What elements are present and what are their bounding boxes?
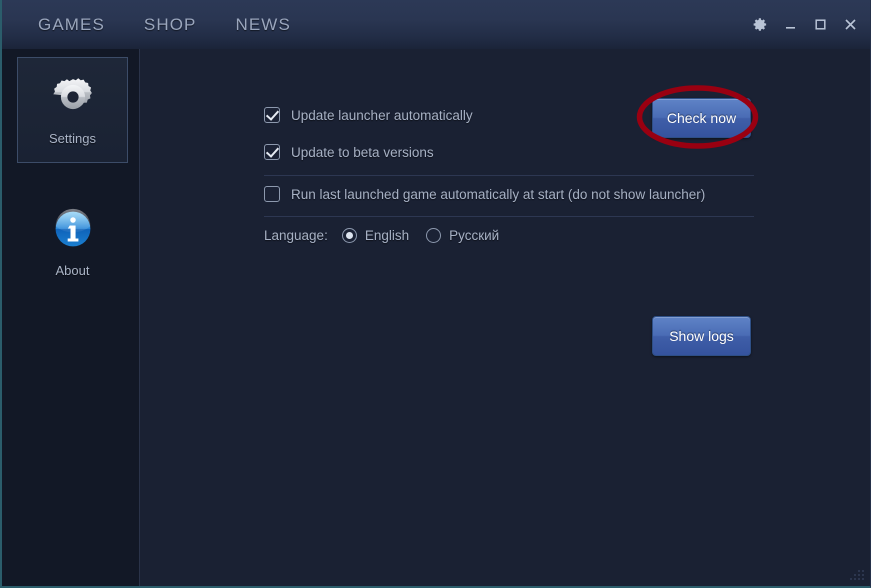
radio-russian[interactable] <box>426 228 442 243</box>
maximize-icon[interactable] <box>812 16 828 32</box>
nav-tab-games[interactable]: GAMES <box>38 15 105 35</box>
sidebar-item-settings-label: Settings <box>49 130 96 146</box>
language-row: Language: English Русский <box>264 228 516 243</box>
sidebar: Settings About <box>2 49 140 586</box>
window-controls <box>752 16 858 32</box>
checkbox-update-launcher-label[interactable]: Update launcher automatically <box>291 108 473 123</box>
radio-english-label[interactable]: English <box>365 228 409 243</box>
option-update-beta[interactable]: Update to beta versions <box>264 144 434 160</box>
radio-russian-label[interactable]: Русский <box>449 228 499 243</box>
gear-icon <box>51 75 95 119</box>
launcher-window: GAMES SHOP NEWS Settings About Update la… <box>0 0 871 588</box>
sidebar-item-settings[interactable]: Settings <box>17 57 128 163</box>
option-run-last-game[interactable]: Run last launched game automatically at … <box>264 186 705 202</box>
checkbox-update-beta-label[interactable]: Update to beta versions <box>291 145 434 160</box>
checkbox-run-last-game-label[interactable]: Run last launched game automatically at … <box>291 187 705 202</box>
radio-english[interactable] <box>341 228 357 243</box>
minimize-icon[interactable] <box>782 16 798 32</box>
main-navigation: GAMES SHOP NEWS <box>38 0 291 49</box>
checkbox-update-launcher[interactable] <box>264 107 280 123</box>
close-icon[interactable] <box>842 16 858 32</box>
sidebar-item-about-label: About <box>55 262 90 278</box>
check-now-button[interactable]: Check now <box>652 98 751 138</box>
settings-gear-icon[interactable] <box>752 16 768 32</box>
settings-panel: Update launcher automatically Update to … <box>140 49 870 586</box>
checkbox-run-last-game[interactable] <box>264 186 280 202</box>
show-logs-button[interactable]: Show logs <box>652 316 751 356</box>
info-icon <box>51 207 95 251</box>
nav-tab-shop[interactable]: SHOP <box>144 15 197 35</box>
sidebar-item-about[interactable]: About <box>17 189 128 295</box>
language-label: Language: <box>264 228 328 243</box>
separator-top <box>264 175 754 176</box>
resize-grip[interactable] <box>845 561 867 583</box>
separator-bottom <box>264 216 754 217</box>
radio-option-english[interactable]: English <box>341 228 409 243</box>
option-update-launcher[interactable]: Update launcher automatically <box>264 107 473 123</box>
title-bar: GAMES SHOP NEWS <box>2 0 870 50</box>
radio-option-russian[interactable]: Русский <box>426 228 499 243</box>
checkbox-update-beta[interactable] <box>264 144 280 160</box>
nav-tab-news[interactable]: NEWS <box>235 15 290 35</box>
